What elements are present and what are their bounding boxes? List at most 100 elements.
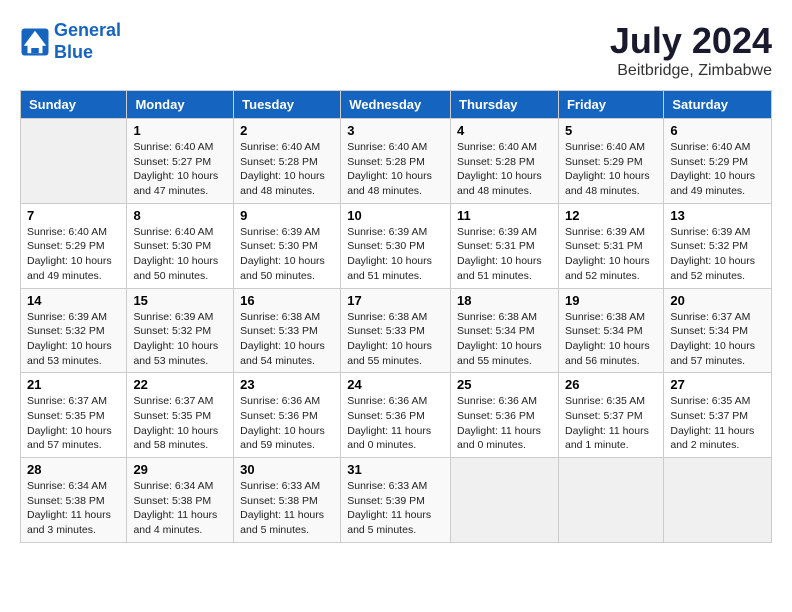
month-title: July 2024 [610,20,772,62]
cell-content: Sunrise: 6:39 AMSunset: 5:32 PMDaylight:… [133,310,227,369]
day-number: 7 [27,208,120,223]
day-number: 18 [457,293,552,308]
day-number: 13 [670,208,765,223]
cell-content: Sunrise: 6:39 AMSunset: 5:32 PMDaylight:… [670,225,765,284]
cell-content: Sunrise: 6:38 AMSunset: 5:33 PMDaylight:… [240,310,334,369]
column-header-thursday: Thursday [451,91,559,119]
day-number: 8 [133,208,227,223]
day-number: 16 [240,293,334,308]
day-number: 17 [347,293,444,308]
cell-content: Sunrise: 6:40 AMSunset: 5:28 PMDaylight:… [347,140,444,199]
column-header-tuesday: Tuesday [234,91,341,119]
cell-content: Sunrise: 6:39 AMSunset: 5:31 PMDaylight:… [565,225,657,284]
day-number: 21 [27,377,120,392]
cell-content: Sunrise: 6:36 AMSunset: 5:36 PMDaylight:… [347,394,444,453]
day-number: 11 [457,208,552,223]
day-number: 29 [133,462,227,477]
day-number: 14 [27,293,120,308]
calendar-cell: 15 Sunrise: 6:39 AMSunset: 5:32 PMDayligh… [127,288,234,373]
cell-content: Sunrise: 6:33 AMSunset: 5:38 PMDaylight:… [240,479,334,538]
calendar-cell: 20 Sunrise: 6:37 AMSunset: 5:34 PMDayligh… [664,288,772,373]
cell-content: Sunrise: 6:37 AMSunset: 5:34 PMDaylight:… [670,310,765,369]
header-row: SundayMondayTuesdayWednesdayThursdayFrid… [21,91,772,119]
cell-content: Sunrise: 6:37 AMSunset: 5:35 PMDaylight:… [133,394,227,453]
calendar-cell: 8Sunrise: 6:40 AMSunset: 5:30 PMDaylight… [127,203,234,288]
calendar-cell: 28 Sunrise: 6:34 AMSunset: 5:38 PMDayligh… [21,458,127,543]
day-number: 28 [27,462,120,477]
day-number: 10 [347,208,444,223]
calendar-cell: 2Sunrise: 6:40 AMSunset: 5:28 PMDaylight… [234,119,341,204]
calendar-cell: 7 Sunrise: 6:40 AMSunset: 5:29 PMDaylight… [21,203,127,288]
week-row-4: 21 Sunrise: 6:37 AMSunset: 5:35 PMDayligh… [21,373,772,458]
cell-content: Sunrise: 6:40 AMSunset: 5:28 PMDaylight:… [240,140,334,199]
page-header: General Blue July 2024 Beitbridge, Zimba… [20,20,772,80]
day-number: 5 [565,123,657,138]
cell-content: Sunrise: 6:34 AMSunset: 5:38 PMDaylight:… [133,479,227,538]
calendar-cell: 10 Sunrise: 6:39 AMSunset: 5:30 PMDayligh… [341,203,451,288]
calendar-cell: 18 Sunrise: 6:38 AMSunset: 5:34 PMDayligh… [451,288,559,373]
cell-content: Sunrise: 6:35 AMSunset: 5:37 PMDaylight:… [565,394,657,453]
day-number: 23 [240,377,334,392]
cell-content: Sunrise: 6:36 AMSunset: 5:36 PMDaylight:… [240,394,334,453]
calendar-cell [558,458,663,543]
calendar-cell [21,119,127,204]
cell-content: Sunrise: 6:35 AMSunset: 5:37 PMDaylight:… [670,394,765,453]
cell-content: Sunrise: 6:39 AMSunset: 5:30 PMDaylight:… [240,225,334,284]
day-number: 12 [565,208,657,223]
calendar-cell: 24 Sunrise: 6:36 AMSunset: 5:36 PMDayligh… [341,373,451,458]
calendar-cell: 1Sunrise: 6:40 AMSunset: 5:27 PMDaylight… [127,119,234,204]
calendar-cell: 26Sunrise: 6:35 AMSunset: 5:37 PMDayligh… [558,373,663,458]
cell-content: Sunrise: 6:34 AMSunset: 5:38 PMDaylight:… [27,479,120,538]
day-number: 3 [347,123,444,138]
calendar-cell: 29 Sunrise: 6:34 AMSunset: 5:38 PMDayligh… [127,458,234,543]
day-number: 24 [347,377,444,392]
calendar-cell: 27 Sunrise: 6:35 AMSunset: 5:37 PMDayligh… [664,373,772,458]
day-number: 9 [240,208,334,223]
cell-content: Sunrise: 6:40 AMSunset: 5:29 PMDaylight:… [670,140,765,199]
week-row-3: 14 Sunrise: 6:39 AMSunset: 5:32 PMDayligh… [21,288,772,373]
calendar-cell: 6Sunrise: 6:40 AMSunset: 5:29 PMDaylight… [664,119,772,204]
day-number: 19 [565,293,657,308]
day-number: 31 [347,462,444,477]
day-number: 20 [670,293,765,308]
column-header-monday: Monday [127,91,234,119]
cell-content: Sunrise: 6:39 AMSunset: 5:31 PMDaylight:… [457,225,552,284]
day-number: 22 [133,377,227,392]
cell-content: Sunrise: 6:40 AMSunset: 5:28 PMDaylight:… [457,140,552,199]
column-header-sunday: Sunday [21,91,127,119]
cell-content: Sunrise: 6:39 AMSunset: 5:32 PMDaylight:… [27,310,120,369]
cell-content: Sunrise: 6:37 AMSunset: 5:35 PMDaylight:… [27,394,120,453]
column-header-friday: Friday [558,91,663,119]
calendar-cell: 19 Sunrise: 6:38 AMSunset: 5:34 PMDayligh… [558,288,663,373]
day-number: 15 [133,293,227,308]
calendar-cell: 22 Sunrise: 6:37 AMSunset: 5:35 PMDayligh… [127,373,234,458]
cell-content: Sunrise: 6:33 AMSunset: 5:39 PMDaylight:… [347,479,444,538]
calendar-cell: 3 Sunrise: 6:40 AMSunset: 5:28 PMDaylight… [341,119,451,204]
calendar-cell: 30 Sunrise: 6:33 AMSunset: 5:38 PMDayligh… [234,458,341,543]
logo-icon [20,27,50,57]
calendar-cell: 14 Sunrise: 6:39 AMSunset: 5:32 PMDayligh… [21,288,127,373]
cell-content: Sunrise: 6:38 AMSunset: 5:33 PMDaylight:… [347,310,444,369]
week-row-5: 28 Sunrise: 6:34 AMSunset: 5:38 PMDayligh… [21,458,772,543]
calendar-cell: 12 Sunrise: 6:39 AMSunset: 5:31 PMDayligh… [558,203,663,288]
calendar-cell [451,458,559,543]
cell-content: Sunrise: 6:38 AMSunset: 5:34 PMDaylight:… [565,310,657,369]
logo: General Blue [20,20,121,63]
logo-line2: Blue [54,42,93,62]
calendar-cell: 5Sunrise: 6:40 AMSunset: 5:29 PMDaylight… [558,119,663,204]
calendar-table: SundayMondayTuesdayWednesdayThursdayFrid… [20,90,772,543]
cell-content: Sunrise: 6:36 AMSunset: 5:36 PMDaylight:… [457,394,552,453]
week-row-1: 1Sunrise: 6:40 AMSunset: 5:27 PMDaylight… [21,119,772,204]
day-number: 30 [240,462,334,477]
logo-line1: General [54,20,121,40]
day-number: 27 [670,377,765,392]
cell-content: Sunrise: 6:39 AMSunset: 5:30 PMDaylight:… [347,225,444,284]
cell-content: Sunrise: 6:38 AMSunset: 5:34 PMDaylight:… [457,310,552,369]
cell-content: Sunrise: 6:40 AMSunset: 5:29 PMDaylight:… [27,225,120,284]
column-header-saturday: Saturday [664,91,772,119]
location: Beitbridge, Zimbabwe [610,62,772,80]
calendar-cell: 9 Sunrise: 6:39 AMSunset: 5:30 PMDaylight… [234,203,341,288]
calendar-cell: 25Sunrise: 6:36 AMSunset: 5:36 PMDayligh… [451,373,559,458]
column-header-wednesday: Wednesday [341,91,451,119]
week-row-2: 7 Sunrise: 6:40 AMSunset: 5:29 PMDaylight… [21,203,772,288]
